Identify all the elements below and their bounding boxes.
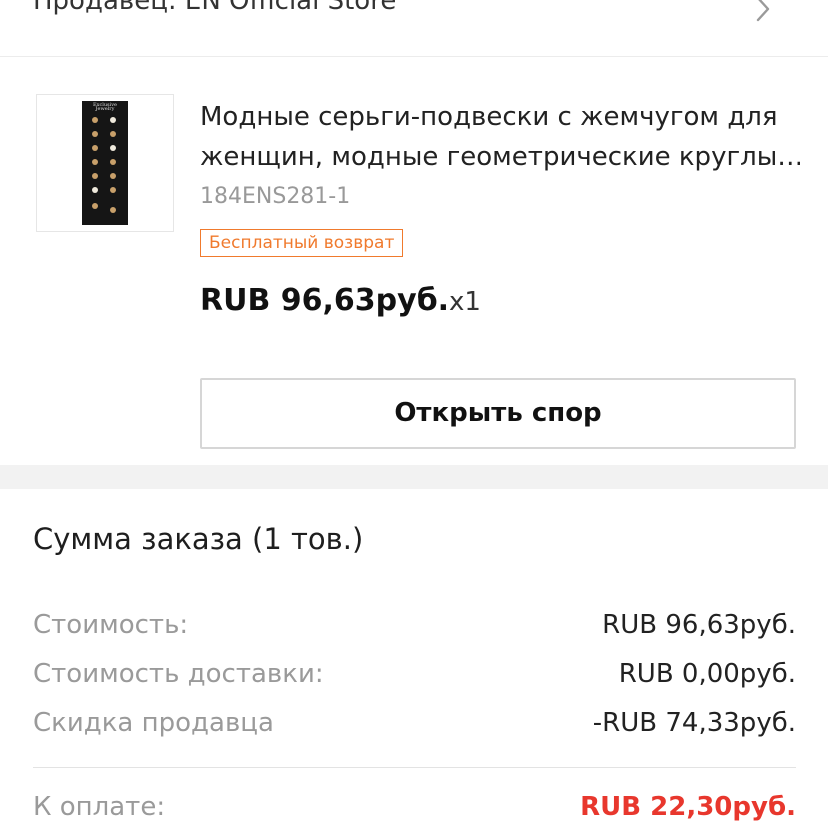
summary-row-label: Стоимость доставки: [33, 659, 324, 689]
price-row: RUB 96,63руб.x1 [200, 283, 481, 318]
image-caption: Exclusive Jewelry [92, 102, 118, 112]
product-card: Exclusive Jewelry Модные серьги-подвески… [0, 57, 828, 465]
summary-title: Сумма заказа (1 тов.) [33, 522, 364, 556]
summary-row-discount: Скидка продавца -RUB 74,33руб. [33, 708, 796, 748]
chevron-right-icon[interactable] [750, 0, 776, 22]
product-sku: 184ENS281-1 [200, 184, 351, 209]
open-dispute-button[interactable]: Открыть спор [200, 378, 796, 449]
summary-row-label: Скидка продавца [33, 708, 274, 738]
order-summary: Сумма заказа (1 тов.) Стоимость: RUB 96,… [0, 489, 828, 835]
summary-row-cost: Стоимость: RUB 96,63руб. [33, 610, 796, 650]
product-image[interactable]: Exclusive Jewelry [36, 94, 174, 232]
total-value: RUB 22,30руб. [580, 792, 796, 822]
seller-name: Продавец: EN Official Store [33, 0, 397, 16]
product-title-line1: Модные серьги-подвески с жемчугом для [200, 102, 778, 132]
summary-row-value: RUB 0,00руб. [618, 659, 796, 689]
summary-row-value: RUB 96,63руб. [602, 610, 796, 640]
summary-row-value: -RUB 74,33руб. [592, 708, 796, 738]
product-title[interactable]: Модные серьги-подвески с жемчугом для же… [200, 97, 800, 177]
seller-row[interactable]: Продавец: EN Official Store [0, 0, 828, 57]
product-quantity: x1 [449, 287, 481, 317]
summary-row-label: Стоимость: [33, 610, 189, 640]
total-label: К оплате: [33, 792, 166, 822]
section-divider [0, 465, 828, 489]
free-return-badge: Бесплатный возврат [200, 229, 404, 257]
earring-card-image: Exclusive Jewelry [82, 101, 128, 225]
product-price: RUB 96,63руб. [200, 283, 450, 318]
product-title-line2: женщин, модные геометрические круглы… [200, 142, 800, 172]
summary-row-total: К оплате: RUB 22,30руб. [33, 792, 796, 832]
summary-divider [33, 767, 796, 768]
summary-row-shipping: Стоимость доставки: RUB 0,00руб. [33, 659, 796, 699]
